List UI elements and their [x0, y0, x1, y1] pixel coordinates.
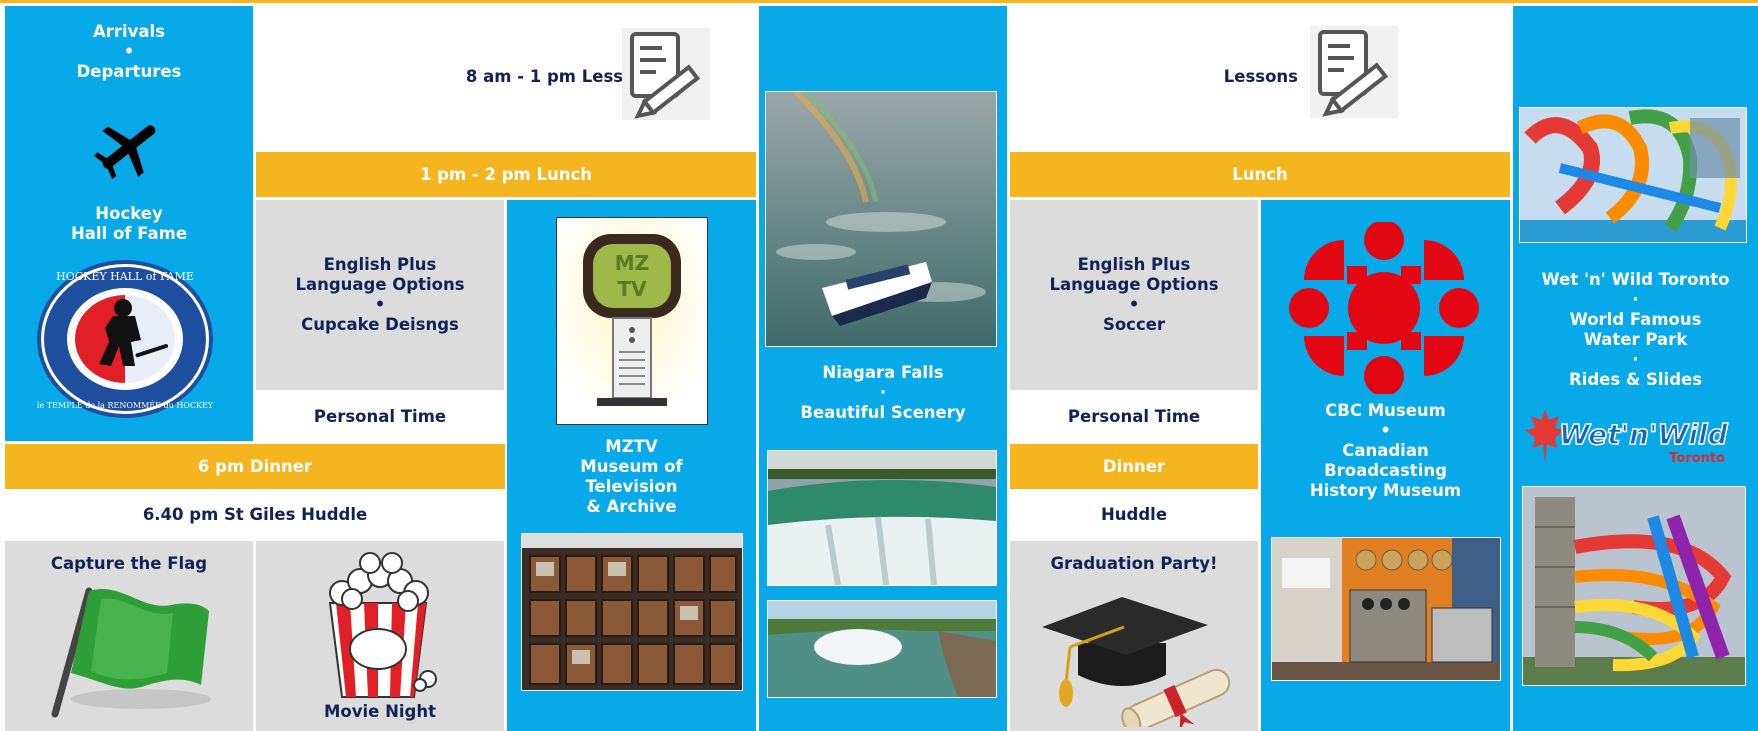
wetnwild-logo-city: Toronto	[1669, 451, 1725, 466]
day2-huddle: Huddle	[1010, 492, 1258, 538]
day2-dinner-bar: Dinner	[1010, 444, 1258, 489]
day2-lunch-bar: Lunch	[1010, 152, 1510, 197]
graduation-party-label: Graduation Party!	[1050, 554, 1218, 573]
graduation-party-cell: Graduation Party!	[1010, 541, 1258, 731]
capture-the-flag-label: Capture the Flag	[50, 554, 208, 573]
wetnwild-panel: Wet 'n' Wild Toronto · World Famous Wate…	[1513, 6, 1758, 731]
wetnwild-logo-word: Wet'n'Wild	[1559, 418, 1729, 451]
day1-huddle: 6.40 pm St Giles Huddle	[5, 492, 505, 538]
mztv-tv-sign: MZ TV	[557, 218, 707, 424]
tv-archive-photo	[521, 533, 743, 691]
day1-activity-text: English Plus Language Options • Cupcake …	[295, 255, 465, 334]
green-flag-icon	[51, 587, 211, 718]
movie-night-cell: Movie Night	[256, 541, 504, 731]
bullet: •	[123, 42, 135, 61]
day2-activity-cell: English Plus Language Options • Soccer	[1010, 200, 1258, 390]
lesson-notepad-icon	[622, 28, 710, 120]
day1-dinner-bar: 6 pm Dinner	[5, 444, 505, 489]
mztv-label: MZTV Museum of Television & Archive	[580, 437, 683, 516]
cbc-panel: CBC Museum • Canadian Broadcasting Histo…	[1261, 200, 1510, 731]
day2-activity-text: English Plus Language Options • Soccer	[1049, 255, 1219, 334]
seal-text-bottom: le TEMPLE de la RENOMMÉE du HOCKEY	[37, 401, 214, 410]
popcorn-icon	[328, 552, 437, 698]
day1-lunch-bar: 1 pm - 2 pm Lunch	[256, 152, 756, 197]
niagara-panel: Niagara Falls · Beautiful Scenery	[759, 6, 1007, 731]
day2-personal-time: Personal Time	[1010, 393, 1258, 440]
wetnwild-logo: Wet'n'Wild Toronto	[1525, 406, 1745, 468]
niagara-label: Niagara Falls · Beautiful Scenery	[800, 363, 966, 422]
mztv-sign-mz: MZ	[615, 251, 649, 275]
day1-lessons-label: 8 am - 1 pm Lessons	[465, 67, 656, 86]
mztv-sign-tv: TV	[617, 277, 647, 301]
departures-label: Departures	[76, 62, 182, 81]
niagara-boat-photo	[765, 91, 997, 347]
graduation-cap-icon	[1042, 597, 1231, 727]
arrivals-label: Arrivals	[92, 22, 166, 41]
falls-aerial-photo	[767, 600, 997, 698]
arrivals-panel: Arrivals • Departures Hockey Hall of Fam…	[5, 6, 253, 441]
waterpark-tower-photo	[1522, 486, 1746, 686]
mztv-sign-photo: MZ TV	[556, 217, 708, 425]
hockey-hall-title: Hockey Hall of Fame	[70, 204, 188, 243]
cbc-museum-photo	[1271, 537, 1501, 681]
hockey-hall-of-fame-seal: HOCKEY HALL of FAME le TEMPLE de la RENO…	[37, 260, 214, 418]
wetnwild-label: Wet 'n' Wild Toronto · World Famous Wate…	[1541, 270, 1730, 389]
lesson-notepad-icon	[1310, 26, 1398, 118]
day1-lessons-cell: 8 am - 1 pm Lessons	[256, 6, 756, 152]
top-accent-bar	[0, 0, 1758, 3]
day1-personal-time: Personal Time	[256, 393, 504, 440]
horseshoe-falls-photo	[767, 450, 997, 586]
cbc-logo-icon	[1289, 222, 1479, 394]
cbc-museum-label: CBC Museum • Canadian Broadcasting Histo…	[1309, 401, 1462, 500]
day2-lessons-cell: Lessons	[1010, 6, 1510, 152]
waterpark-slides-photo	[1519, 107, 1747, 243]
day2-lessons-label: Lessons	[1223, 67, 1298, 86]
airplane-icon	[93, 125, 156, 180]
mztv-panel: MZ TV MZTV Museum of Television & Archiv…	[507, 200, 756, 731]
day1-activity-cell: English Plus Language Options • Cupcake …	[256, 200, 504, 390]
seal-text-top: HOCKEY HALL of FAME	[56, 270, 194, 283]
capture-the-flag-cell: Capture the Flag	[5, 541, 253, 731]
movie-night-label: Movie Night	[323, 702, 436, 721]
